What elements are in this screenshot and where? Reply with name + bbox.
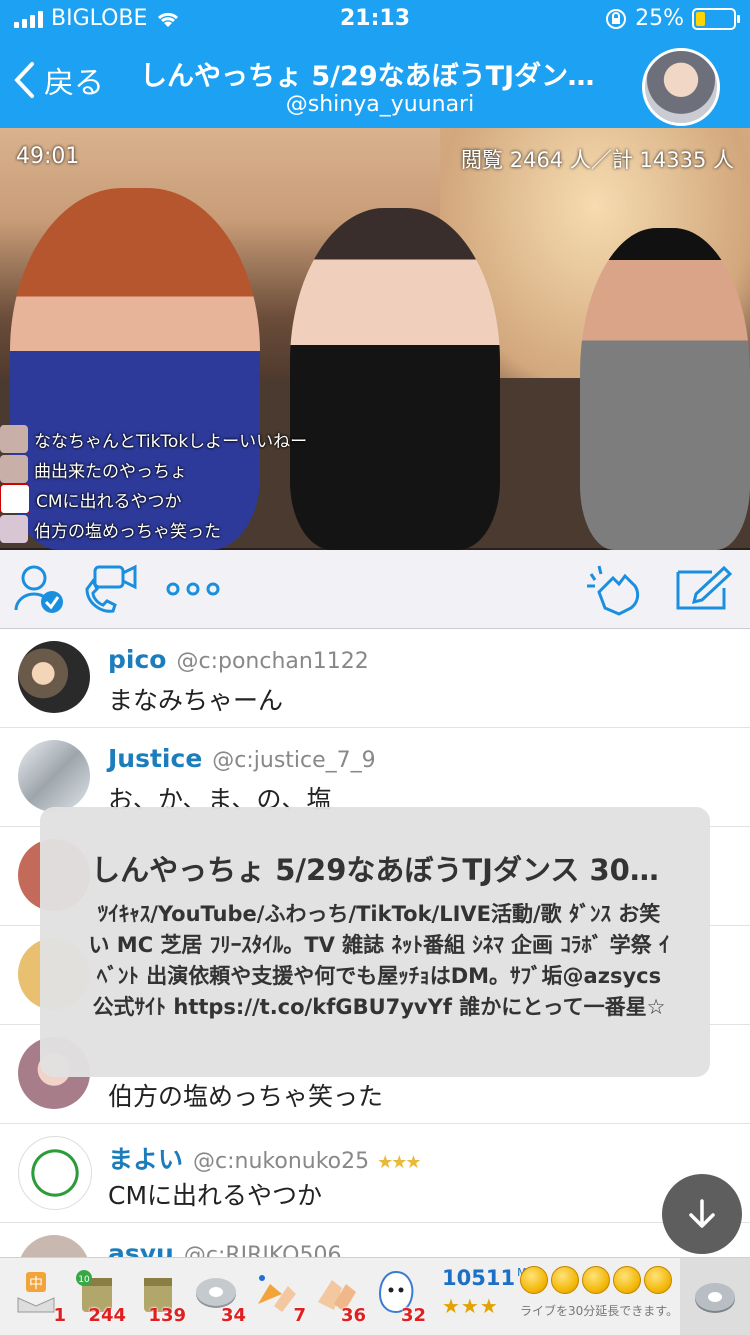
- gift-tea-10[interactable]: 10 244: [66, 1264, 126, 1326]
- comment-handle: @c:nukonuko25: [193, 1149, 370, 1174]
- user-check-icon: [14, 565, 63, 613]
- gift-bar: 中 1 10 244 139 34 7 36 32 10511MP ★★★ ライ…: [0, 1257, 750, 1335]
- gift-disc-shortcut[interactable]: [680, 1258, 750, 1335]
- action-toolbar: [0, 550, 750, 629]
- broadcaster-avatar[interactable]: [642, 48, 720, 126]
- viewer-count: 閲覧 2464 人／計 14335 人: [461, 148, 734, 172]
- overlay-comments: ななちゃんとTikTokしよーいいねー 曲出来たのやっちょ CMに出れるやつか …: [0, 424, 307, 544]
- comment-handle: @c:justice_7_9: [212, 748, 376, 773]
- chevron-left-icon: [14, 62, 34, 98]
- back-label: 戻る: [44, 66, 104, 101]
- overlay-comment: 曲出来たのやっちょ: [0, 454, 307, 484]
- comment-item[interactable]: asyu @c:RIRIKO506: [0, 1223, 750, 1257]
- mini-avatar: [0, 484, 30, 514]
- nav-bar: 戻る しんやっちょ 5/29なあぼうTJダンス… @shinya_yuunari: [0, 40, 750, 128]
- overlay-comment: CMに出れるやつか: [0, 484, 307, 514]
- svg-text:中: 中: [29, 1276, 43, 1292]
- mini-avatar: [0, 515, 28, 543]
- extend-note: ライブを30分延長できます。: [520, 1304, 679, 1318]
- extend-coins[interactable]: [520, 1266, 672, 1294]
- broadcaster-username: @shinya_yuunari: [285, 92, 475, 117]
- follow-button[interactable]: [10, 562, 70, 616]
- video-call-icon: [85, 564, 137, 613]
- battery-percent: 25%: [635, 6, 684, 31]
- popup-description: ﾂｲｷｬｽ/YouTube/ふわっち/TikTok/LIVE活動/歌 ﾀﾞﾝｽ …: [88, 902, 670, 1019]
- popup-title: しんやっちょ 5/29なあぼうTJダンス 30…: [91, 853, 659, 887]
- coin-icon: [551, 1266, 579, 1294]
- person-center: [290, 208, 500, 550]
- clap-button[interactable]: [582, 562, 652, 616]
- comment-text: CMに出れるやつか: [108, 1181, 323, 1210]
- gift-mascot[interactable]: 32: [366, 1264, 426, 1326]
- coin-icon: [520, 1266, 548, 1294]
- back-button[interactable]: 戻る: [12, 58, 104, 102]
- gift-count: 36: [340, 1305, 366, 1326]
- comment-avatar[interactable]: [18, 740, 90, 812]
- gift-count: 34: [220, 1305, 246, 1326]
- gift-count: 32: [400, 1305, 426, 1326]
- gift-tea-cup[interactable]: 中 1: [6, 1264, 66, 1326]
- scroll-to-bottom-button[interactable]: [662, 1174, 742, 1254]
- comment-author[interactable]: pico @c:ponchan1122: [108, 645, 369, 674]
- comment-item[interactable]: まよい @c:nukonuko25 ★★★ CMに出れるやつか: [0, 1124, 750, 1223]
- more-button[interactable]: [160, 562, 226, 616]
- pencil-icon: [676, 565, 733, 610]
- supporter-stars: ★★★: [377, 1152, 421, 1173]
- coin-icon: [644, 1266, 672, 1294]
- more-icon: [166, 582, 220, 596]
- comment-item[interactable]: pico @c:ponchan1122 まなみちゃーん: [0, 629, 750, 728]
- clap-icon: [587, 565, 640, 616]
- comment-avatar[interactable]: [18, 1136, 92, 1210]
- comment-handle: @c:ponchan1122: [176, 649, 369, 674]
- comment-author[interactable]: まよい @c:nukonuko25 ★★★: [108, 1140, 422, 1176]
- gift-disc[interactable]: 34: [186, 1264, 246, 1326]
- battery-status: 25%: [605, 6, 740, 31]
- overlay-comment: 伯方の塩めっちゃ笑った: [0, 514, 307, 544]
- comment-handle: @c:RIRIKO506: [183, 1243, 342, 1257]
- coin-icon: [582, 1266, 610, 1294]
- gift-hands[interactable]: 36: [306, 1264, 366, 1326]
- compose-comment-button[interactable]: [672, 562, 736, 616]
- gift-tea[interactable]: 139: [126, 1264, 186, 1326]
- gift-count: 139: [148, 1305, 186, 1326]
- comment-author[interactable]: asyu @c:RIRIKO506: [108, 1239, 341, 1257]
- overlay-comment: ななちゃんとTikTokしよーいいねー: [0, 424, 307, 454]
- person-right: [580, 228, 750, 550]
- mini-avatar: [0, 455, 28, 483]
- battery-icon: [692, 7, 740, 30]
- mp-value: 10511: [442, 1266, 516, 1290]
- status-bar: BIGLOBE 21:13 25%: [0, 0, 750, 40]
- coin-icon: [613, 1266, 641, 1294]
- comment-avatar[interactable]: [18, 641, 90, 713]
- rotation-lock-icon: [606, 8, 627, 29]
- live-video[interactable]: 49:01 閲覧 2464 人／計 14335 人 ななちゃんとTikTokしよ…: [0, 128, 750, 550]
- arrow-down-icon: [689, 1199, 715, 1228]
- comment-text: 伯方の塩めっちゃ笑った: [108, 1082, 384, 1111]
- broadcast-title: しんやっちょ 5/29なあぼうTJダンス…: [140, 61, 620, 92]
- mini-avatar: [0, 425, 28, 453]
- comment-author[interactable]: Justice @c:justice_7_9: [108, 744, 376, 773]
- elapsed-time: 49:01: [16, 144, 80, 169]
- gift-clap[interactable]: 7: [246, 1264, 306, 1326]
- gift-count: 1: [53, 1305, 66, 1326]
- comment-text: まなみちゃーん: [108, 686, 284, 715]
- gift-count: 7: [293, 1305, 306, 1326]
- call-button[interactable]: [80, 562, 146, 616]
- gift-count: 244: [88, 1305, 126, 1326]
- disc-icon: [695, 1282, 735, 1313]
- comment-avatar[interactable]: [18, 1235, 90, 1257]
- svg-text:10: 10: [78, 1275, 90, 1285]
- broadcast-info-popup[interactable]: しんやっちょ 5/29なあぼうTJダンス 30… ﾂｲｷｬｽ/YouTube/ふ…: [40, 807, 710, 1077]
